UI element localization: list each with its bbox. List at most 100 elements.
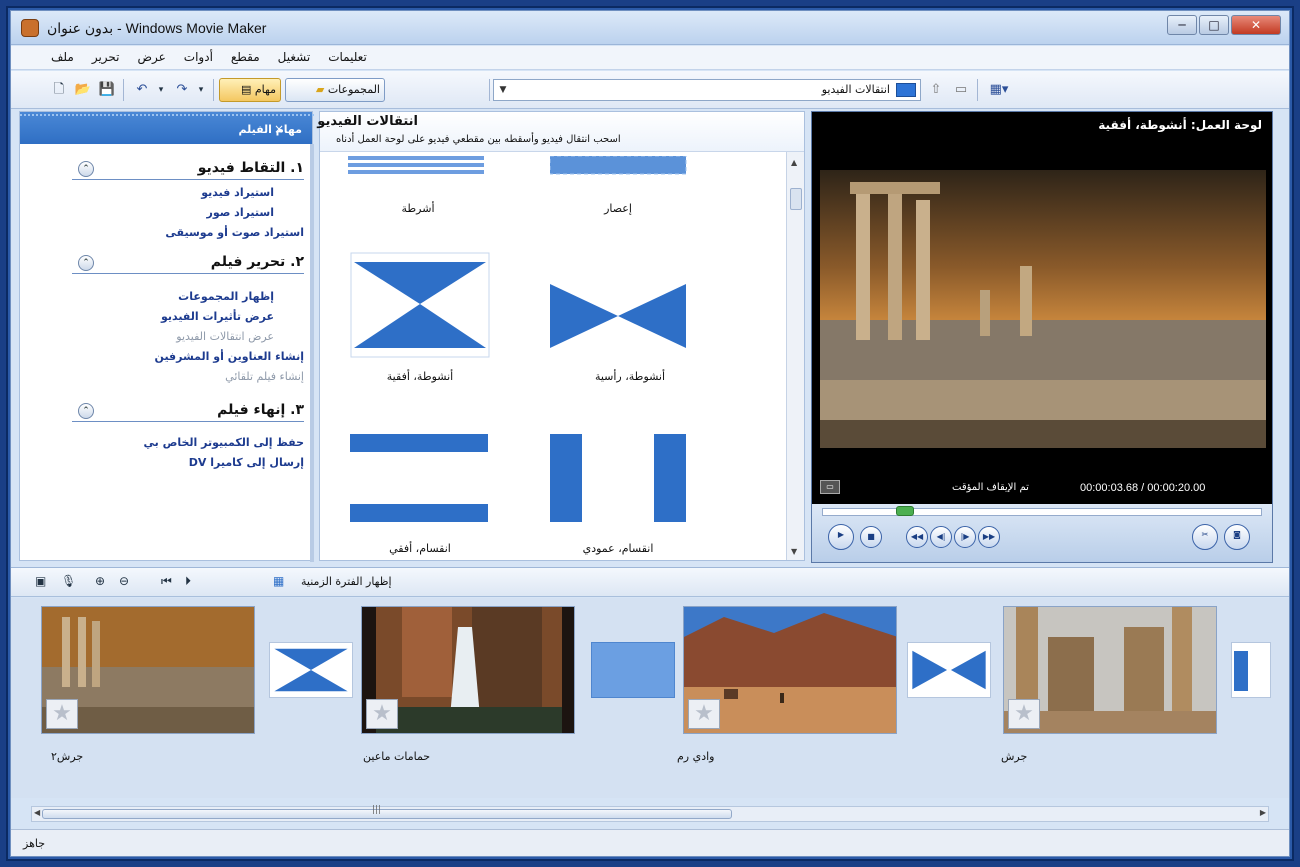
undo-dropdown-icon[interactable]: ▾ bbox=[155, 79, 167, 101]
import-pictures-link[interactable]: استيراد صور bbox=[206, 206, 274, 219]
movie-tasks-header: × مهام الفيلم bbox=[20, 112, 314, 144]
collapse-icon[interactable]: ⌃ bbox=[78, 255, 94, 271]
import-audio-link[interactable]: استيراد صوت أو موسيقى bbox=[165, 226, 304, 239]
storyboard-clip[interactable]: ★ bbox=[1003, 606, 1217, 734]
redo-dropdown-icon[interactable]: ▾ bbox=[195, 79, 207, 101]
redo-icon[interactable]: ↷ bbox=[171, 79, 193, 101]
seek-thumb[interactable] bbox=[896, 506, 914, 516]
scroll-up-icon[interactable]: ▲ bbox=[791, 158, 797, 167]
next-frame-icon[interactable]: |▶ bbox=[954, 526, 976, 548]
storyboard-clip[interactable]: ★ bbox=[361, 606, 575, 734]
rewind-storyboard-icon[interactable]: ⏮ bbox=[161, 574, 172, 589]
section-capture[interactable]: ١. التقاط فيديو ⌃ bbox=[72, 160, 304, 180]
play-button[interactable]: ▶ bbox=[828, 524, 854, 550]
chevron-down-icon[interactable]: ▼ bbox=[496, 82, 510, 98]
combo-value: انتقالات الفيديو bbox=[821, 83, 890, 96]
playback-controls: ▶ ■ ◀◀ ◀| |▶ ▶▶ ✂ ◙ bbox=[812, 504, 1272, 562]
save-project-icon[interactable]: 💾 bbox=[97, 79, 117, 101]
stop-button[interactable]: ■ bbox=[860, 526, 882, 548]
storyboard: ★ جرش٢ ★ حمامات ماعين ★ وادي رم ★ جرش bbox=[11, 598, 1289, 798]
fast-forward-icon[interactable]: ▶▶ bbox=[978, 526, 1000, 548]
up-level-icon[interactable]: ⇧ bbox=[927, 79, 945, 101]
new-project-icon[interactable]: 🗋 bbox=[49, 79, 69, 101]
zoom-out-icon[interactable]: ⊖ bbox=[119, 574, 129, 588]
save-to-computer-link[interactable]: حفظ إلى الكمبيوتر الخاص بي bbox=[143, 436, 304, 449]
storyboard-scroll-thumb[interactable] bbox=[42, 809, 732, 819]
menu-tools[interactable]: أدوات bbox=[184, 50, 213, 64]
collapse-icon[interactable]: ⌃ bbox=[78, 403, 94, 419]
section-finish[interactable]: ٣. إنهاء فيلم ⌃ bbox=[72, 402, 304, 422]
video-transitions-icon bbox=[896, 83, 916, 97]
menu-edit[interactable]: تحرير bbox=[92, 50, 120, 64]
undo-icon[interactable]: ↶ bbox=[131, 79, 153, 101]
menu-view[interactable]: عرض bbox=[138, 50, 166, 64]
storyboard-scrollbar[interactable]: ◀ ||| ▶ bbox=[31, 805, 1269, 822]
import-video-link[interactable]: استيراد فيديو bbox=[201, 186, 274, 199]
storyboard-clip[interactable]: ★ bbox=[41, 606, 255, 734]
make-titles-link[interactable]: إنشاء العناوين أو المشرفين bbox=[155, 350, 304, 363]
title-bar[interactable]: بدون عنوان - Windows Movie Maker ─ □ ✕ bbox=[11, 11, 1289, 45]
rewind-icon[interactable]: ◀◀ bbox=[906, 526, 928, 548]
transition-tile-split-vertical[interactable] bbox=[550, 434, 690, 524]
movie-maker-icon bbox=[21, 19, 39, 37]
zoom-in-icon[interactable]: ⊕ bbox=[95, 574, 105, 588]
transition-tile-split-horizontal[interactable] bbox=[350, 434, 490, 524]
star-icon: ★ bbox=[366, 699, 398, 729]
star-icon: ★ bbox=[46, 699, 78, 729]
show-collections-link[interactable]: إظهار المجموعات bbox=[178, 290, 274, 303]
storyboard-clip[interactable]: ★ bbox=[683, 606, 897, 734]
transition-tile-bow-tie-horizontal[interactable] bbox=[350, 252, 490, 358]
transition-label: إعصار bbox=[604, 202, 632, 215]
storyboard-transition[interactable] bbox=[1231, 642, 1271, 698]
section-edit[interactable]: ٢. تحرير فيلم ⌃ bbox=[72, 254, 304, 274]
menu-help[interactable]: تعليمات bbox=[328, 50, 367, 64]
clip-label: جرش bbox=[1001, 750, 1028, 763]
playback-status-bar: ▭ تم الإيقاف المؤقت 00:00:03.68 / 00:00:… bbox=[812, 478, 1274, 500]
collapse-icon[interactable]: ⌃ bbox=[78, 161, 94, 177]
snapshot-icon[interactable]: ◙ bbox=[1224, 524, 1250, 550]
menu-clip[interactable]: مقطع bbox=[231, 50, 260, 64]
scroll-right-icon[interactable]: ▶ bbox=[1260, 808, 1266, 817]
pane-splitter[interactable] bbox=[310, 144, 314, 562]
transition-tile-sweep[interactable] bbox=[550, 156, 690, 176]
scroll-thumb[interactable] bbox=[790, 188, 802, 210]
scroll-left-icon[interactable]: ◀ bbox=[34, 808, 40, 817]
transition-label: أشرطة bbox=[401, 202, 435, 215]
save-timeline-icon[interactable]: ▣ bbox=[35, 574, 46, 588]
show-timeline-button[interactable]: إظهار الفترة الزمنية bbox=[301, 575, 392, 588]
transitions-scrollbar[interactable]: ▲ ▼ bbox=[786, 152, 804, 560]
collections-button[interactable]: المجموعات ▰ bbox=[285, 78, 385, 102]
scroll-down-icon[interactable]: ▼ bbox=[791, 547, 797, 556]
collection-combo[interactable]: انتقالات الفيديو ▼ bbox=[493, 79, 921, 101]
maximize-button[interactable]: □ bbox=[1199, 15, 1229, 35]
send-to-dv-link[interactable]: إرسال إلى كاميرا DV bbox=[189, 456, 304, 469]
views-icon[interactable]: ▦▾ bbox=[985, 79, 1013, 101]
close-button[interactable]: ✕ bbox=[1231, 15, 1281, 35]
open-project-icon[interactable]: 📂 bbox=[73, 79, 93, 101]
fullscreen-icon[interactable]: ▭ bbox=[820, 480, 840, 494]
star-icon: ★ bbox=[1008, 699, 1040, 729]
view-video-transitions-link[interactable]: عرض انتقالات الفيديو bbox=[176, 330, 274, 343]
timeline-view-icon[interactable]: ▦ bbox=[273, 574, 284, 588]
transition-tile-bars[interactable] bbox=[348, 156, 488, 176]
narrate-icon[interactable]: 🎙 bbox=[61, 574, 76, 588]
menu-file[interactable]: ملف bbox=[51, 50, 74, 64]
menu-play[interactable]: تشغيل bbox=[278, 50, 311, 64]
preview-monitor: لوحة العمل: أنشوطة، أفقية ▭ تم الإيقاف ا… bbox=[811, 111, 1273, 563]
split-clip-icon[interactable]: ✂ bbox=[1192, 524, 1218, 550]
previous-frame-icon[interactable]: ◀| bbox=[930, 526, 952, 548]
minimize-button[interactable]: ─ bbox=[1167, 15, 1197, 35]
storyboard-transition[interactable] bbox=[269, 642, 353, 698]
view-video-effects-link[interactable]: عرض تأثيرات الفيديو bbox=[161, 310, 274, 323]
new-folder-icon[interactable]: ▭ bbox=[951, 79, 971, 101]
seek-bar[interactable] bbox=[822, 508, 1262, 516]
play-storyboard-icon[interactable]: ⏵ bbox=[185, 574, 191, 589]
tasks-button[interactable]: مهام ▤ bbox=[219, 78, 281, 102]
storyboard-transition[interactable] bbox=[907, 642, 991, 698]
transition-tile-bow-tie-vertical[interactable] bbox=[550, 266, 690, 366]
movie-tasks-pane: × مهام الفيلم ١. التقاط فيديو ⌃ استيراد … bbox=[19, 111, 314, 562]
tasks-label: مهام bbox=[254, 83, 276, 96]
transition-label: انقسام، عمودي bbox=[582, 542, 654, 555]
make-automovie-link[interactable]: إنشاء فيلم تلقائي bbox=[225, 370, 304, 383]
storyboard-transition[interactable] bbox=[591, 642, 675, 698]
